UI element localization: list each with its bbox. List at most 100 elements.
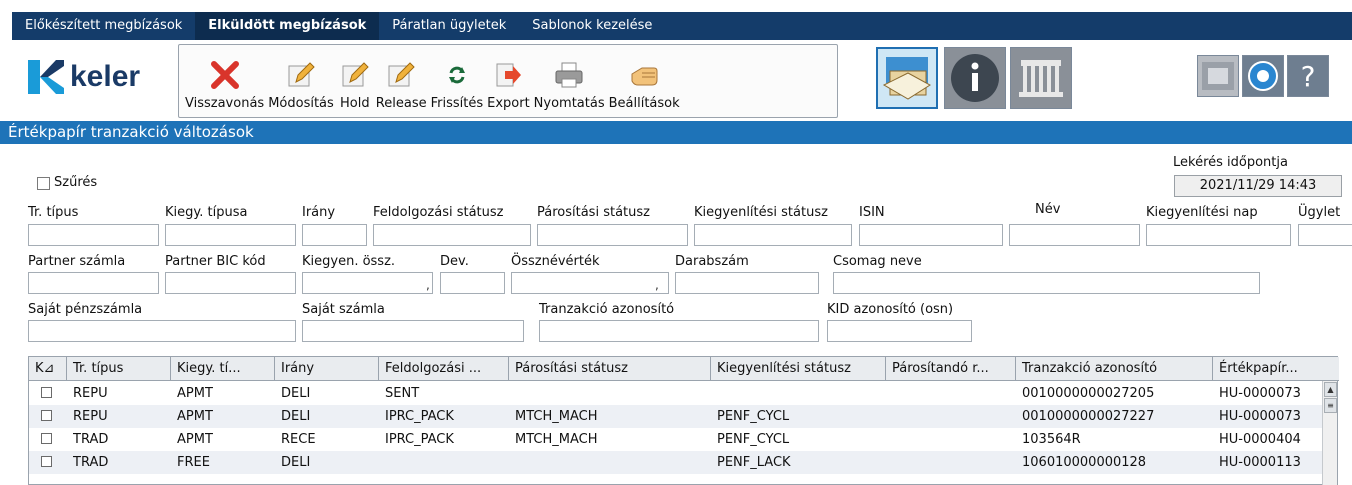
column-header-security[interactable]: Értékpapír... — [1213, 357, 1339, 381]
table-row[interactable]: REPU APMT DELI IPRC_PACK MTCH_MACH PENF_… — [29, 405, 1325, 428]
hold-label: Hold — [340, 96, 370, 111]
cell-tr-type: TRAD — [73, 455, 109, 470]
quantity-input[interactable] — [675, 272, 819, 294]
filter-label-direction: Irány — [302, 205, 336, 220]
release-label: Release — [375, 96, 427, 111]
filter-label-own-account: Saját számla — [302, 302, 385, 317]
cell-security: HU-0000073 — [1219, 409, 1301, 424]
column-header-direction[interactable]: Irány — [275, 357, 379, 381]
filter-label-partner-account: Partner számla — [28, 254, 126, 269]
help-question-icon[interactable]: ? — [1287, 55, 1329, 97]
print-label: Nyomtatás — [533, 96, 605, 111]
settlement-amount-input[interactable] — [302, 272, 433, 294]
tab-prepared-orders[interactable]: Előkészített megbízások — [12, 12, 195, 40]
matching-status-input[interactable] — [537, 224, 688, 246]
tab-unmatched-trades[interactable]: Páratlan ügyletek — [379, 12, 519, 40]
filter-label-tr-type: Tr. típus — [28, 205, 79, 220]
export-button[interactable]: Export — [487, 58, 530, 111]
release-button[interactable]: Release — [376, 58, 427, 111]
kid-id-input[interactable] — [827, 320, 972, 342]
cell-transaction-id: 0010000000027205 — [1022, 386, 1155, 401]
cancel-order-button[interactable]: Visszavonás — [185, 58, 264, 111]
cell-tr-type: TRAD — [73, 432, 109, 447]
phone-dial-icon[interactable] — [1242, 55, 1284, 97]
tab-strip: Előkészített megbízások Elküldött megbíz… — [12, 12, 1352, 40]
direction-input[interactable] — [302, 224, 367, 246]
cell-settlement-status: PENF_CYCL — [717, 432, 790, 447]
help-desk-icon[interactable] — [1197, 55, 1239, 97]
cell-settlement-type: APMT — [177, 409, 213, 424]
settings-button[interactable]: Beállítások — [609, 58, 680, 111]
toolbar: keler Visszavonás Módosítás Hold Release — [12, 42, 1352, 119]
edit-pencil-icon — [384, 58, 418, 92]
filter-label-settlement-type: Kiegy. típusa — [165, 205, 248, 220]
transaction-id-input[interactable] — [539, 320, 819, 342]
cell-security: HU-0000113 — [1219, 455, 1301, 470]
partner-account-input[interactable] — [28, 272, 159, 294]
cell-tr-type: REPU — [73, 386, 108, 401]
filter-checkbox-label: Szűrés — [54, 175, 98, 190]
grid-vertical-scrollbar[interactable]: ▲ ≡ — [1322, 381, 1337, 485]
row-select-checkbox[interactable] — [41, 410, 52, 421]
table-row[interactable]: TRAD APMT RECE IPRC_PACK MTCH_MACH PENF_… — [29, 428, 1325, 451]
nominal-value-input[interactable] — [511, 272, 669, 294]
isin-input[interactable] — [859, 224, 1003, 246]
print-button[interactable]: Nyomtatás — [534, 58, 605, 111]
column-header-processing-status[interactable]: Feldolgozási ... — [379, 357, 509, 381]
cell-direction: DELI — [281, 409, 311, 424]
transactions-view-icon[interactable] — [876, 47, 938, 109]
name-input[interactable] — [1009, 224, 1140, 246]
cell-direction: DELI — [281, 455, 311, 470]
column-header-tr-type[interactable]: Tr. típus — [67, 357, 171, 381]
hold-button[interactable]: Hold — [338, 58, 372, 111]
partner-bic-input[interactable] — [165, 272, 296, 294]
column-header-select[interactable]: K⊿ — [29, 357, 67, 381]
row-select-checkbox[interactable] — [41, 387, 52, 398]
modify-button[interactable]: Módosítás — [268, 58, 334, 111]
settlement-date-input[interactable] — [1146, 224, 1291, 246]
cell-transaction-id: 0010000000027227 — [1022, 409, 1155, 424]
section-title-bar: Értékpapír tranzakció változások — [0, 121, 1352, 144]
filter-checkbox[interactable] — [37, 177, 50, 190]
filter-label-settlement-date: Kiegyenlítési nap — [1146, 205, 1258, 220]
table-row[interactable]: TRAD FREE DELI PENF_LACK 106010000000128… — [29, 451, 1325, 474]
cell-processing-status: SENT — [385, 386, 420, 401]
cell-match-reference — [892, 405, 1016, 428]
own-account-input[interactable] — [302, 320, 524, 342]
cell-direction: DELI — [281, 386, 311, 401]
cell-processing-status — [385, 451, 509, 474]
settlement-type-input[interactable] — [165, 224, 296, 246]
trade-input[interactable] — [1298, 224, 1352, 246]
info-icon[interactable] — [944, 47, 1006, 109]
package-name-input[interactable] — [833, 272, 1260, 294]
refresh-icon — [440, 58, 474, 92]
timestamp-label: Lekérés időpontja — [1173, 155, 1288, 170]
table-row[interactable]: REPU APMT DELI SENT 0010000000027205 HU-… — [29, 382, 1325, 405]
column-header-settlement-status[interactable]: Kiegyenlítési státusz — [711, 357, 886, 381]
refresh-button[interactable]: Frissítés — [431, 58, 483, 111]
cell-match-reference — [892, 382, 1016, 405]
column-header-match-reference[interactable]: Párosítandó r... — [886, 357, 1016, 381]
scroll-up-arrow-icon[interactable]: ▲ — [1324, 382, 1337, 397]
row-select-checkbox[interactable] — [41, 456, 52, 467]
column-header-transaction-id[interactable]: Tranzakció azonosító — [1016, 357, 1213, 381]
cell-security: HU-0000404 — [1219, 432, 1301, 447]
own-cash-account-input[interactable] — [28, 320, 296, 342]
filter-label-currency: Dev. — [440, 254, 469, 269]
bank-building-icon[interactable] — [1010, 47, 1072, 109]
tr-type-input[interactable] — [28, 224, 159, 246]
tab-template-management[interactable]: Sablonok kezelése — [519, 12, 665, 40]
processing-status-input[interactable] — [373, 224, 531, 246]
modify-label: Módosítás — [268, 96, 334, 111]
column-header-matching-status[interactable]: Párosítási státusz — [509, 357, 711, 381]
decimal-separator: , — [655, 278, 659, 292]
keler-logo: keler — [26, 58, 140, 96]
hand-icon — [627, 58, 661, 92]
currency-input[interactable] — [440, 272, 505, 294]
column-header-settlement-type[interactable]: Kiegy. tí... — [171, 357, 275, 381]
scroll-thumb-grip-icon[interactable]: ≡ — [1324, 398, 1337, 413]
transactions-grid: K⊿ Tr. típus Kiegy. tí... Irány Feldolgo… — [28, 356, 1339, 485]
row-select-checkbox[interactable] — [41, 433, 52, 444]
settlement-status-input[interactable] — [694, 224, 852, 246]
tab-sent-orders[interactable]: Elküldött megbízások — [195, 12, 380, 40]
